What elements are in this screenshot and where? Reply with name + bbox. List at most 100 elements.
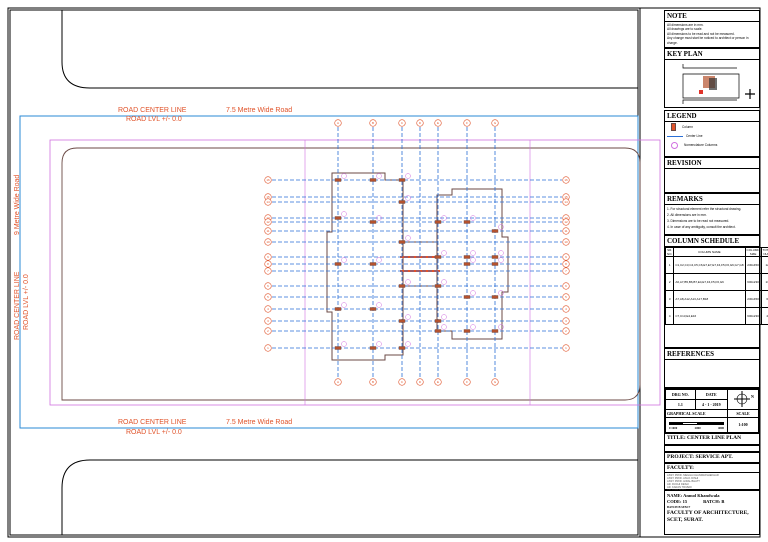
column-marker <box>369 220 377 224</box>
bottom-road-name-label: 7.5 Metre Wide Road <box>226 419 292 426</box>
remarks-list: 1. For structural element refer the stru… <box>665 205 759 231</box>
faculty-header: FACULTY: <box>665 464 759 473</box>
schedule-cell: 230x450 <box>744 256 762 274</box>
column-marker <box>434 319 442 323</box>
schedule-cell: 600x230 <box>744 307 762 325</box>
nomenclature-circle <box>498 257 504 263</box>
column-marker <box>334 216 342 220</box>
project-panel: PROJECT: SERVICE APT. <box>664 452 760 463</box>
student-name: NAME: Anmol Khandwala <box>667 493 720 498</box>
remarks-panel: REMARKS 1. For structural element refer … <box>664 193 760 235</box>
grid-label: 12 <box>266 220 270 224</box>
nomenclature-circle <box>470 250 476 256</box>
road-edge-bottom <box>61 459 638 535</box>
schedule-cell: 4 <box>760 307 768 325</box>
schedule-cell: C7,C13,E4,E16 <box>673 307 746 325</box>
left-road-name-label: 9 Metre Wide Road <box>14 175 21 235</box>
grid-label: 10 <box>564 240 568 244</box>
nomenclature-circle <box>498 224 504 230</box>
column-marker <box>369 307 377 311</box>
schedule-column-header: COLUMN NAME <box>673 247 746 257</box>
grid-label: 14 <box>266 200 270 204</box>
column-marker <box>491 255 499 259</box>
schedule-column-header: SR. NO. <box>664 247 675 257</box>
drawing-info-panel: DRG NO. DATE N 1.1 4 - 1 - 2019 GRAPHICAL S… <box>664 388 760 433</box>
date-label: DATE <box>694 389 729 400</box>
column-marker <box>398 200 406 204</box>
column-marker <box>491 262 499 266</box>
column-marker <box>434 220 442 224</box>
column-marker <box>369 178 377 182</box>
key-plan-panel: KEY PLAN <box>664 48 760 108</box>
nomenclature-circle <box>376 257 382 263</box>
notes-header: NOTE <box>665 11 759 22</box>
schedule-cell: 6 <box>760 290 768 308</box>
grid-label: F <box>466 380 468 384</box>
nomenclature-circle <box>405 195 411 201</box>
nomenclature-circle <box>341 211 347 217</box>
scale-tick: 2000 <box>694 426 701 430</box>
legend-item-nomenclature: Nomenclature Columns <box>667 141 757 150</box>
graphical-scale-bar: 0 1000 2000 4000 <box>665 417 728 433</box>
nomenclature-icon <box>671 141 678 149</box>
legend-panel: LEGEND Column Center Line Nomenclature C… <box>664 110 760 157</box>
schedule-row: 3A7,A8,A12,A13,A17,B18230x4506Both Colum… <box>664 290 768 308</box>
top-road-name-label: 7.5 Metre Wide Road <box>226 107 292 114</box>
nomenclature-circle <box>376 302 382 308</box>
north-label: N <box>751 394 754 399</box>
north-arrow-icon: N <box>727 389 759 410</box>
revision-panel: REVISION <box>664 157 760 193</box>
schedule-column-header: TOTAL NUM. <box>760 247 768 257</box>
revision-header: REVISION <box>665 158 759 169</box>
road-edge-top <box>61 10 638 89</box>
legend-header: LEGEND <box>665 111 759 122</box>
nomenclature-circle <box>405 314 411 320</box>
grid-label: 12 <box>564 220 568 224</box>
schedule-row: 2 A6,A7,B5,B6,B7,E4,E7,F4,F5,F6,G6 600x230… <box>664 273 768 291</box>
nomenclature-circle <box>405 235 411 241</box>
sheet-inner-border <box>9 9 639 536</box>
scale-value: 1:100 <box>727 417 759 433</box>
top-road-level-label: ROAD LVL +/- 0.0 <box>126 116 182 123</box>
column-marker <box>398 346 406 350</box>
column-schedule-table: SR. NO.COLUMN NAMECOLUMN SIZETOTAL NUM.R… <box>664 247 768 325</box>
column-marker <box>463 262 471 266</box>
nomenclature-circle <box>498 250 504 256</box>
bottom-road-level-label: ROAD LVL +/- 0.0 <box>126 429 182 436</box>
grid-label: 14 <box>564 200 568 204</box>
nomenclature-circle <box>498 324 504 330</box>
schedule-cell: 13 <box>760 273 768 291</box>
date-value: 4 - 1 - 2019 <box>694 399 729 410</box>
nomenclature-circle <box>470 290 476 296</box>
column-marker <box>434 329 442 333</box>
schedule-cell: 1 <box>664 256 675 274</box>
column-marker <box>491 229 499 233</box>
references-panel: REFERENCES <box>664 348 760 388</box>
nomenclature-circle <box>405 173 411 179</box>
key-plan-map <box>682 64 755 104</box>
nomenclature-circle <box>376 341 382 347</box>
schedule-cell: A6,A7,B5,B6,B7,E4,E7,F4,F5,F6,G6 <box>673 273 746 291</box>
column-marker <box>334 178 342 182</box>
bottom-road-center-line-label: ROAD CENTER LINE <box>118 419 187 426</box>
nomenclature-circle <box>341 173 347 179</box>
schedule-cell: 3 <box>664 290 675 308</box>
remark-item: 4. In case of any ambiguity, consult the… <box>667 225 736 229</box>
left-road-center-line-label: ROAD CENTER LINE <box>14 271 21 340</box>
column-marker <box>398 319 406 323</box>
schedule-cell: 600x230 <box>744 273 762 291</box>
schedule-cell: C1,C2,C3,C4,C5,C6,E7,E7,E7,F4,F5,F6,G6,G… <box>673 256 746 274</box>
grid-lines: AABBCCDDEEFFGG16 1615 1514 1413 1312 1211 1110… <box>264 119 570 386</box>
drg-no-label: DRG NO. <box>665 389 696 400</box>
column-marker <box>334 262 342 266</box>
grid-label: 16 <box>266 178 270 182</box>
column-marker <box>463 295 471 299</box>
top-road-center-line-label: ROAD CENTER LINE <box>118 107 187 114</box>
faculty-panel: FACULTY: ASST. PROF. MEGHA CHANDRASHEKHA… <box>664 463 760 492</box>
student-code: CODE: 15 <box>667 499 688 504</box>
grid-label: 11 <box>564 229 567 233</box>
column-marker <box>434 255 442 259</box>
column-marker <box>369 346 377 350</box>
nomenclature-circle <box>341 302 347 308</box>
column-marker <box>491 329 499 333</box>
